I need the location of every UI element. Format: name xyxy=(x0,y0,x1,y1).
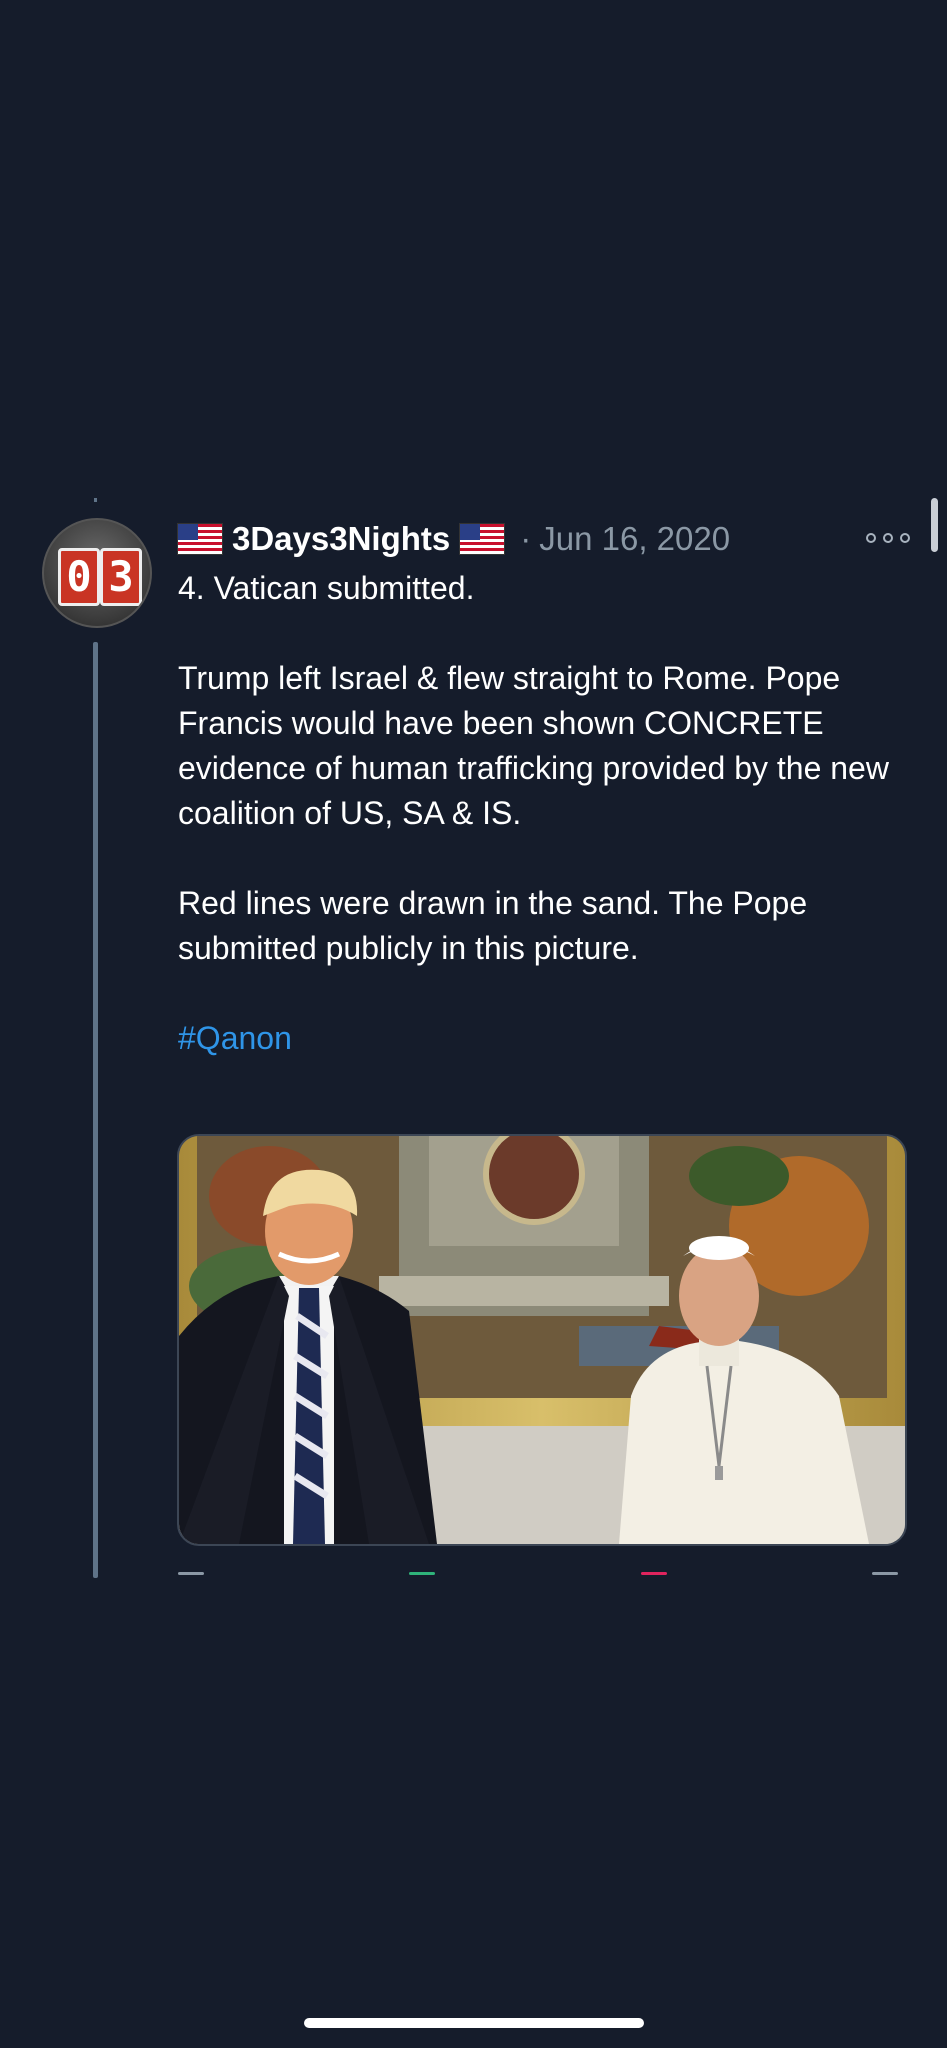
tweet-date[interactable]: Jun 16, 2020 xyxy=(539,520,730,558)
tweet-paragraph: 4. Vatican submitted. xyxy=(178,570,475,606)
like-icon[interactable] xyxy=(640,1572,667,1575)
share-icon[interactable] xyxy=(871,1572,898,1575)
tweet-media[interactable] xyxy=(177,1134,907,1546)
reply-icon[interactable] xyxy=(178,1572,204,1575)
hashtag-link[interactable]: #Qanon xyxy=(178,1020,292,1056)
media-photo xyxy=(179,1136,905,1544)
more-options-icon[interactable] xyxy=(866,522,910,554)
screen: 0 3 3Days3Nights · Jun 16, 2020 4. Vatic… xyxy=(0,0,947,2048)
home-indicator[interactable] xyxy=(304,2018,644,2028)
us-flag-icon xyxy=(460,524,505,554)
us-flag-icon xyxy=(178,524,222,554)
dot xyxy=(866,533,876,543)
scrollbar[interactable] xyxy=(931,498,938,552)
hashtag-paragraph: #Qanon xyxy=(178,1016,918,1061)
dot xyxy=(900,533,910,543)
tweet-paragraph: Trump left Israel & flew straight to Rom… xyxy=(178,660,889,831)
tweet-header: 3Days3Nights · Jun 16, 2020 xyxy=(178,515,730,563)
thread-line xyxy=(93,642,98,1578)
dot xyxy=(883,533,893,543)
avatar[interactable]: 0 3 xyxy=(42,518,152,628)
tweet-paragraph: Red lines were drawn in the sand. The Po… xyxy=(178,885,808,966)
header-separator: · xyxy=(520,520,532,557)
avatar-digit-0: 0 xyxy=(58,548,100,606)
action-bar xyxy=(178,1572,898,1578)
tweet-text: 4. Vatican submitted. Trump left Israel … xyxy=(178,566,918,1106)
avatar-digit-3: 3 xyxy=(100,548,142,606)
thread-connector-top xyxy=(94,498,97,502)
retweet-icon[interactable] xyxy=(409,1572,436,1575)
author-name[interactable]: 3Days3Nights xyxy=(232,520,450,558)
